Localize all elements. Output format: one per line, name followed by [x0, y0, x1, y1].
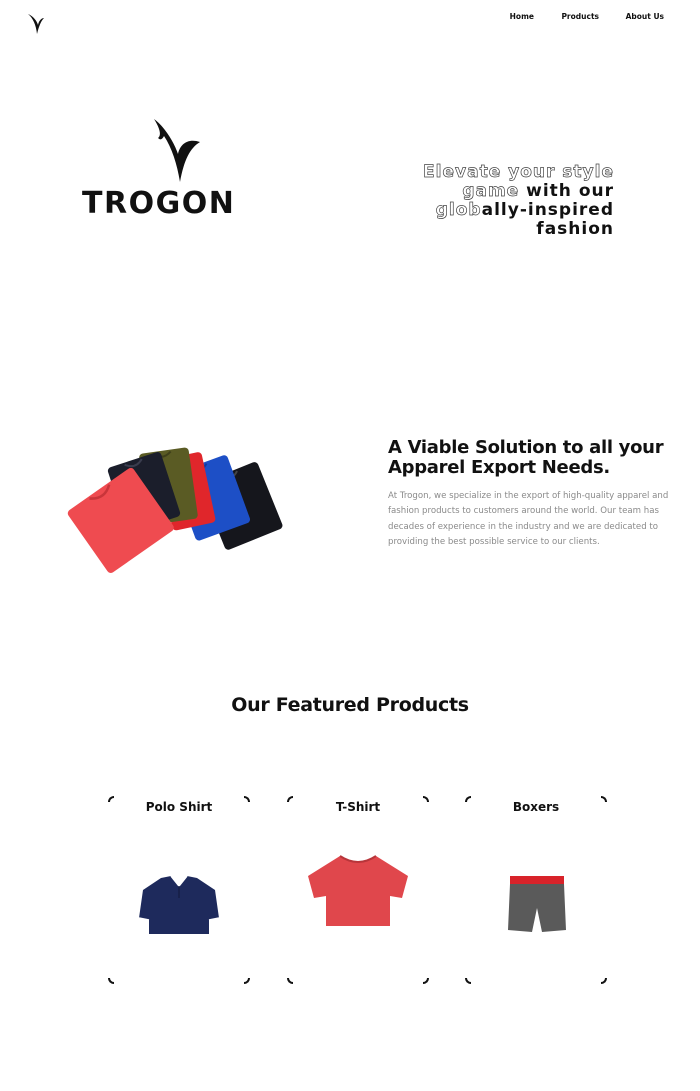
about-body: At Trogon, we specialize in the export o…	[388, 491, 669, 547]
folded-shirts-image	[67, 447, 283, 573]
tshirt-image	[308, 855, 408, 926]
product-card-boxers[interactable]: Boxers	[465, 796, 607, 984]
about-heading: A Viable Solution to all your Apparel Ex…	[388, 437, 664, 478]
product-card-polo[interactable]: Polo Shirt	[108, 796, 250, 984]
featured-title: Our Featured Products	[231, 694, 469, 716]
hero-tagline: Elevate your style game with our globall…	[374, 162, 614, 239]
card-corner	[244, 978, 250, 984]
product-card-tshirt[interactable]: T-Shirt	[287, 796, 429, 984]
nav-products-link[interactable]: Products	[561, 12, 599, 21]
boxers-image	[508, 876, 566, 932]
card-corner	[423, 978, 429, 984]
card-corner	[465, 978, 471, 984]
brand-logo-icon[interactable]	[26, 12, 46, 36]
brand-wordmark: TROGON	[82, 186, 236, 221]
polo-shirt-image	[138, 875, 220, 934]
product-name: Boxers	[512, 800, 560, 814]
tagline-line-3b: ally-inspired	[481, 200, 614, 220]
card-corner	[108, 978, 114, 984]
card-corner	[287, 978, 293, 984]
about-section: A Viable Solution to all your Apparel Ex…	[388, 438, 688, 550]
tagline-line-4: fashion	[536, 219, 614, 239]
trogon-bird-icon	[154, 119, 200, 182]
nav-about-link[interactable]: About Us	[626, 12, 664, 21]
product-name: T-Shirt	[335, 800, 381, 814]
tagline-line-2b: with our	[526, 181, 614, 201]
nav-home-link[interactable]: Home	[510, 12, 534, 21]
card-corner	[601, 978, 607, 984]
hero-logo: TROGON	[82, 118, 278, 222]
tagline-line-1: Elevate your style	[423, 162, 614, 182]
tagline-line-2a: game	[462, 181, 527, 201]
product-name: Polo Shirt	[145, 800, 213, 814]
tagline-line-3a: glob	[435, 200, 482, 220]
